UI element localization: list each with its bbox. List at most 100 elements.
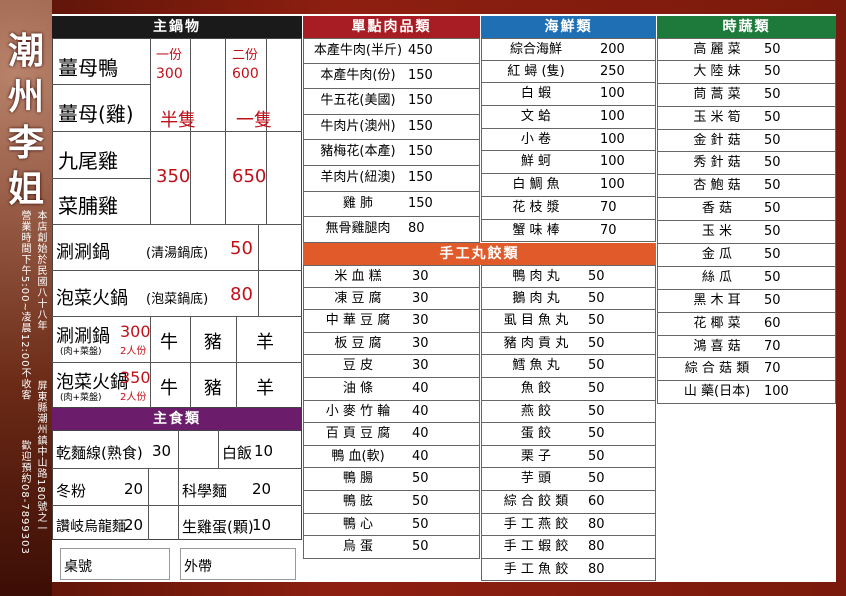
item-price: 70 xyxy=(764,361,781,377)
item-price: 50 xyxy=(764,292,781,308)
item-name: 無骨雞腿肉 xyxy=(325,221,391,237)
kimchi2-price: 350 xyxy=(120,368,151,387)
item-name: 玉 米 xyxy=(701,224,733,240)
item-name: 絲 瓜 xyxy=(701,269,733,285)
item-price: 50 xyxy=(764,247,781,263)
item-name: 玉 米 筍 xyxy=(693,109,741,125)
reserve-note: 歡迎預約08-7899303 xyxy=(19,440,30,555)
duck-price-one: 300 xyxy=(156,66,183,82)
menu-row: 手 工 魚 餃 80 xyxy=(481,558,656,582)
menu-row: 芋 頭 50 xyxy=(481,468,656,491)
item-price: 30 xyxy=(412,335,429,351)
item-price: 50 xyxy=(588,471,605,487)
item-name: 杏 鮑 菇 xyxy=(693,178,741,194)
item-price: 150 xyxy=(408,67,433,83)
staple-header: 主食類 xyxy=(52,408,302,430)
item-price: 150 xyxy=(408,93,433,109)
item-price: 50 xyxy=(764,132,781,148)
kimchi2-people: 2人份 xyxy=(120,392,147,403)
item-price: 150 xyxy=(408,144,433,160)
item-name: 白 鯛 魚 xyxy=(512,177,560,193)
menu-row: 豆 皮 30 xyxy=(303,355,480,378)
item-price: 50 xyxy=(412,539,429,555)
chicken-name: 薑母(雞) xyxy=(58,102,134,126)
item-price: 150 xyxy=(408,169,433,185)
item-price: 40 xyxy=(412,448,429,464)
item-name: 鴨 血(軟) xyxy=(331,448,385,464)
item-price: 80 xyxy=(588,539,605,555)
item-price: 80 xyxy=(408,221,425,237)
menu-row: 本產牛肉(半斤) 450 xyxy=(303,38,480,64)
item-name: 鴨 胘 xyxy=(342,493,374,509)
kimchi2-sub: (肉+菜盤) xyxy=(60,393,102,403)
seafood-list: 綜合海鮮 200 紅 蟳 (隻) 250 白 蝦 100 文 蛤 100 小 卷 100 鮮 蚵 10… xyxy=(481,38,656,243)
menu-row: 蟹 味 棒 70 xyxy=(481,219,656,243)
half-price: 350 xyxy=(156,166,191,187)
item-price: 40 xyxy=(412,403,429,419)
item-price: 60 xyxy=(588,493,605,509)
menu-row: 花 椰 菜 60 xyxy=(657,312,836,336)
menu-row: 鴨 胘 50 xyxy=(303,490,480,514)
item-price: 100 xyxy=(600,86,625,102)
menu-row: 鴨 腸 50 xyxy=(303,468,480,491)
menu-row: 豬 肉 貢 丸 50 xyxy=(481,332,656,356)
menu-row: 牛肉片(澳州) 150 xyxy=(303,114,480,141)
item-price: 50 xyxy=(588,426,605,442)
item-name: 米 血 糕 xyxy=(334,269,382,284)
menu-row: 魚 餃 50 xyxy=(481,377,656,401)
item-name: 烏 蛋 xyxy=(342,539,374,555)
item-name: 栗 子 xyxy=(520,448,552,464)
seafood-header: 海鮮類 xyxy=(481,16,656,38)
item-name: 手 工 魚 餃 xyxy=(503,561,569,577)
menu-row: 茼 蒿 菜 50 xyxy=(657,83,836,107)
item-price: 50 xyxy=(588,335,605,351)
item-price: 50 xyxy=(764,42,781,57)
item-name: 虱 目 魚 丸 xyxy=(503,313,569,329)
item-name: 鱈 魚 丸 xyxy=(512,358,560,374)
item-name: 黑 木 耳 xyxy=(693,292,741,308)
item-price: 50 xyxy=(588,380,605,396)
menu-row: 凍 豆 腐 30 xyxy=(303,287,480,311)
item-name: 鴻 喜 菇 xyxy=(693,338,741,354)
shabu-name: 涮涮鍋 xyxy=(56,242,110,263)
item-price: 50 xyxy=(764,201,781,217)
nine-chicken-name: 九尾雞 xyxy=(58,149,118,173)
item-name: 百 頁 豆 腐 xyxy=(325,426,391,442)
menu-row: 白 蝦 100 xyxy=(481,83,656,107)
item-price: 100 xyxy=(600,131,625,147)
menu-row: 金 針 菇 50 xyxy=(657,129,836,153)
item-name: 高 麗 菜 xyxy=(693,42,741,57)
shabu2-people: 2人份 xyxy=(120,346,147,357)
whole-label: 一隻 xyxy=(236,110,272,131)
item-price: 80 xyxy=(588,516,605,532)
item-name: 蛋 餃 xyxy=(520,426,552,442)
kimchi-name: 泡菜火鍋 xyxy=(56,288,128,309)
item-price: 60 xyxy=(764,315,781,331)
item-name: 花 枝 漿 xyxy=(512,199,560,215)
menu-row: 山 藥(日本) 100 xyxy=(657,381,836,405)
item-price: 40 xyxy=(412,380,429,396)
menu-row: 中 華 豆 腐 30 xyxy=(303,310,480,333)
item-name: 魚 餃 xyxy=(520,380,552,396)
item-name: 本產牛肉(半斤) xyxy=(313,43,403,58)
menu-row: 秀 針 菇 50 xyxy=(657,152,836,176)
brand-char: 李 xyxy=(7,122,44,164)
meat-header: 單點肉品類 xyxy=(303,16,480,38)
item-price: 70 xyxy=(764,338,781,354)
menu-row: 鮮 蚵 100 xyxy=(481,151,656,175)
balls-list-right: 鴨 肉 丸 50 鵝 肉 丸 50 虱 目 魚 丸 50 豬 肉 貢 丸 50 鱈 魚 丸 50 魚… xyxy=(481,265,656,582)
item-price: 100 xyxy=(600,109,625,125)
kimchi-price: 80 xyxy=(230,284,253,305)
menu-row: 鴻 喜 菇 70 xyxy=(657,335,836,359)
balls-header: 手工丸餃類 xyxy=(303,243,656,265)
menu-row: 小 麥 竹 輪 40 xyxy=(303,400,480,424)
item-price: 50 xyxy=(764,63,781,79)
item-name: 本產牛肉(份) xyxy=(320,67,396,83)
item-price: 250 xyxy=(600,63,625,79)
item-name: 綜 合 菇 類 xyxy=(684,361,750,377)
item-price: 50 xyxy=(588,403,605,419)
menu-row: 無骨雞腿肉 80 xyxy=(303,217,480,243)
menu-row: 高 麗 菜 50 xyxy=(657,38,836,61)
whole-price: 650 xyxy=(232,166,267,187)
item-price: 50 xyxy=(588,269,605,284)
